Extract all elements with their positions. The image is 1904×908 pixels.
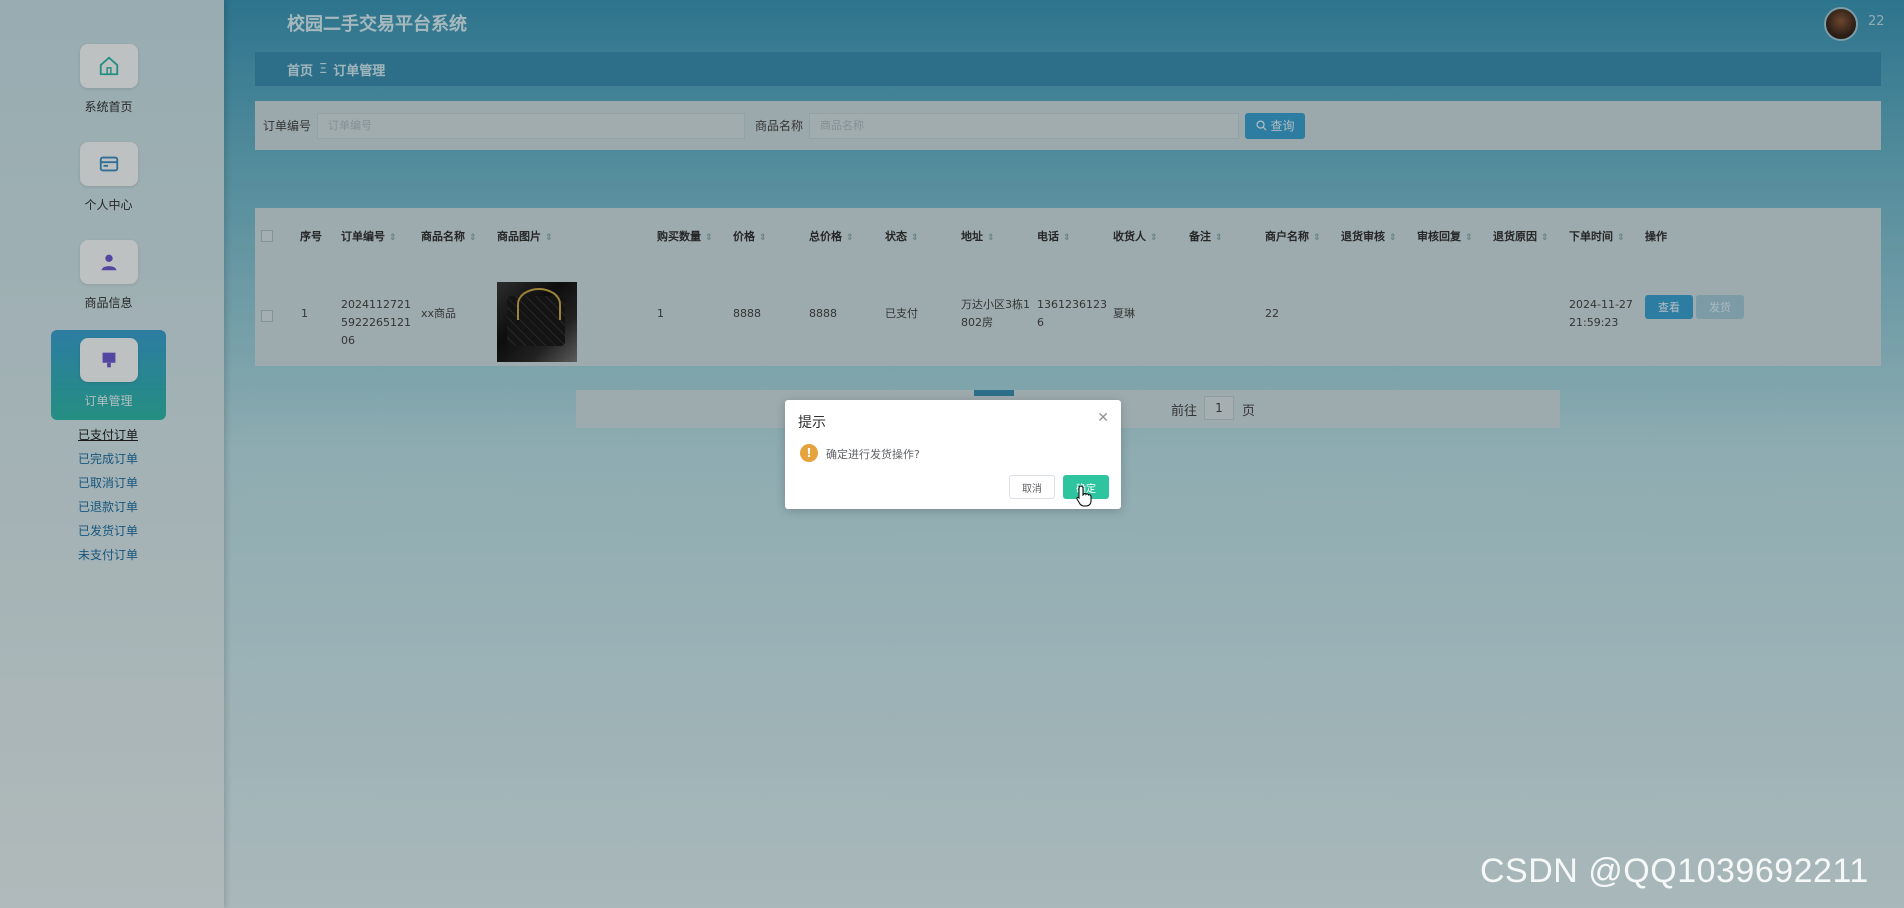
warning-icon: ! [800,444,818,462]
close-icon[interactable]: ✕ [1097,410,1109,426]
watermark: CSDN @QQ1039692211 [1480,852,1869,890]
dialog-title: 提示 [798,415,826,431]
confirm-dialog: 提示 ✕ ! 确定进行发货操作? 取消 确定 [785,400,1121,509]
dialog-message: 确定进行发货操作? [826,448,920,461]
cancel-button[interactable]: 取消 [1009,475,1055,499]
hand-cursor-icon [1076,485,1092,507]
